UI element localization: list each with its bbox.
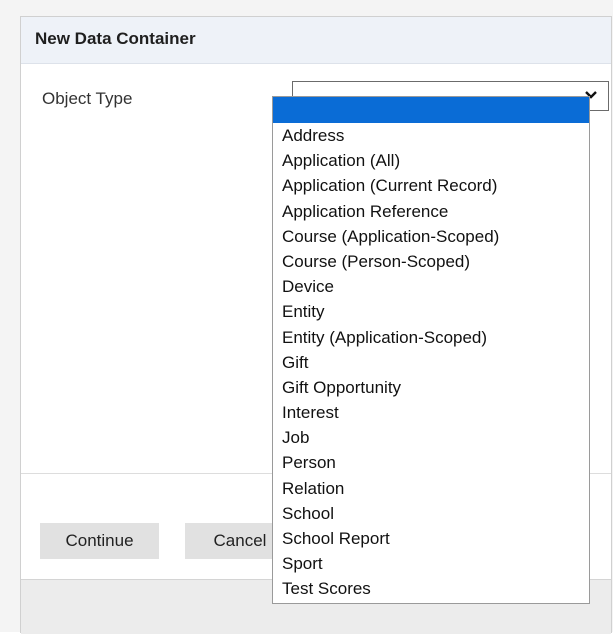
- continue-button[interactable]: Continue: [40, 523, 159, 559]
- dialog-backdrop: New Data Container Object Type Continue …: [0, 0, 613, 634]
- dropdown-option[interactable]: Address: [273, 123, 589, 148]
- dropdown-option[interactable]: Course (Application-Scoped): [273, 224, 589, 249]
- dropdown-option[interactable]: Entity: [273, 299, 589, 324]
- dropdown-option[interactable]: Relation: [273, 476, 589, 501]
- dropdown-option[interactable]: Sport: [273, 551, 589, 576]
- dialog-title: New Data Container: [35, 29, 196, 48]
- object-type-dropdown-list[interactable]: Address Application (All) Application (Cur…: [272, 96, 590, 604]
- dropdown-option[interactable]: School Report: [273, 526, 589, 551]
- dropdown-option[interactable]: Test Scores: [273, 576, 589, 601]
- dropdown-option[interactable]: Gift: [273, 350, 589, 375]
- dialog-header: New Data Container: [21, 17, 611, 64]
- dropdown-option[interactable]: School: [273, 501, 589, 526]
- dropdown-option[interactable]: Job: [273, 425, 589, 450]
- dropdown-option[interactable]: Person: [273, 450, 589, 475]
- blank-option-highlighted[interactable]: [273, 97, 589, 123]
- dropdown-option[interactable]: Application (All): [273, 148, 589, 173]
- dropdown-option[interactable]: Entity (Application-Scoped): [273, 325, 589, 350]
- dropdown-option[interactable]: Application (Current Record): [273, 173, 589, 198]
- dropdown-option[interactable]: Device: [273, 274, 589, 299]
- dropdown-option[interactable]: Course (Person-Scoped): [273, 249, 589, 274]
- object-type-label: Object Type: [42, 89, 133, 108]
- dropdown-option[interactable]: Application Reference: [273, 199, 589, 224]
- dropdown-option[interactable]: Gift Opportunity: [273, 375, 589, 400]
- dropdown-option[interactable]: Interest: [273, 400, 589, 425]
